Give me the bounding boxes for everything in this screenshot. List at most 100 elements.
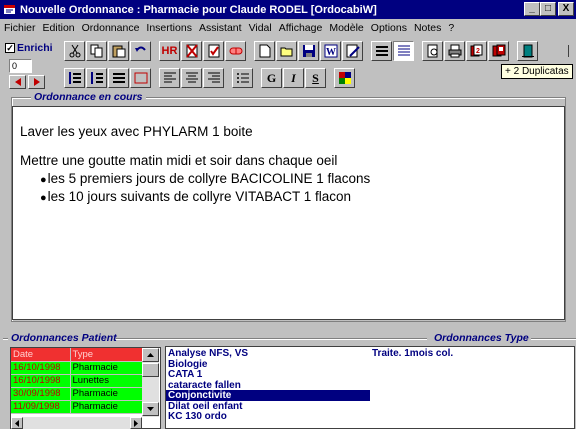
- scroll-right-icon: [134, 419, 138, 427]
- scissors-icon: [69, 44, 80, 58]
- italic-button[interactable]: I: [283, 68, 304, 88]
- table-row[interactable]: 11/09/1998 Pharmacie: [11, 400, 143, 414]
- menu-fichier[interactable]: Fichier: [4, 22, 36, 34]
- menu-insertions[interactable]: Insertions: [146, 22, 192, 34]
- patient-panel-label: Ordonnances Patient: [8, 333, 120, 344]
- duplicates-tooltip: + 2 Duplicatas: [501, 64, 573, 79]
- check-interactions-button[interactable]: [203, 41, 224, 61]
- indent-1-button[interactable]: [64, 68, 85, 88]
- checkbox-check-icon: ✓: [5, 43, 15, 53]
- maximize-button[interactable]: □: [540, 2, 556, 16]
- grid-vertical-scrollbar[interactable]: [142, 348, 159, 417]
- table-row[interactable]: 16/10/1998 Pharmacie: [11, 361, 143, 375]
- detail-lines-icon: [397, 45, 410, 56]
- scroll-down-button[interactable]: [142, 402, 159, 416]
- align-center-icon: [185, 72, 198, 83]
- hr-label: HR: [161, 45, 178, 57]
- svg-text:2: 2: [476, 48, 480, 55]
- list-item[interactable]: CATA 1: [168, 369, 202, 380]
- column-header-date[interactable]: Date: [11, 348, 71, 362]
- delete-prescription-button[interactable]: [181, 41, 202, 61]
- menu-options[interactable]: Options: [371, 22, 407, 34]
- print-preview-icon: [427, 44, 437, 58]
- duplicate-button[interactable]: 2: [466, 41, 487, 61]
- list-item[interactable]: Traite. 1mois col.: [372, 348, 453, 359]
- menu-ordonnance[interactable]: Ordonnance: [82, 22, 140, 34]
- check-doc-icon: [208, 44, 219, 58]
- paste-button[interactable]: [108, 41, 129, 61]
- align-left-button[interactable]: [159, 68, 180, 88]
- close-button[interactable]: X: [558, 2, 574, 16]
- menu-modele[interactable]: Modèle: [329, 22, 363, 34]
- exit-door-icon: [521, 44, 534, 58]
- scroll-up-button[interactable]: [142, 348, 159, 362]
- edit-template-button[interactable]: [342, 41, 363, 61]
- menu-notes[interactable]: Notes: [414, 22, 441, 34]
- vidal-button[interactable]: [225, 41, 246, 61]
- duplicates-icon: [492, 44, 505, 57]
- undo-button[interactable]: [130, 41, 151, 61]
- patient-prescriptions-grid[interactable]: Date Type 16/10/1998 Pharmacie 16/10/199…: [10, 347, 161, 429]
- template-prescriptions-list[interactable]: Analyse NFS, VS Biologie CATA 1 cataract…: [165, 346, 575, 429]
- undo-icon: [134, 46, 146, 52]
- table-row[interactable]: 30/09/1998 Pharmacie: [11, 387, 143, 401]
- scroll-thumb[interactable]: [142, 363, 159, 377]
- print-preview-button[interactable]: [422, 41, 443, 61]
- frame-button[interactable]: [130, 68, 151, 88]
- enrichi-checkbox[interactable]: ✓ Enrichi: [5, 42, 53, 54]
- grid-horizontal-scrollbar[interactable]: [11, 417, 142, 429]
- menu-edition[interactable]: Edition: [43, 22, 75, 34]
- underline-button[interactable]: S: [305, 68, 326, 88]
- open-folder-icon: [280, 47, 292, 57]
- hr-button[interactable]: HR: [159, 41, 180, 61]
- list-view-button[interactable]: [371, 41, 392, 61]
- menu-bar: Fichier Edition Ordonnance Insertions As…: [0, 19, 576, 36]
- align-left-icon: [163, 72, 176, 83]
- ordonnance-section-label: Ordonnance en cours: [31, 92, 146, 102]
- previous-arrow-button[interactable]: [9, 75, 26, 89]
- exit-button[interactable]: [517, 41, 538, 61]
- toolbar-top: HR W 2: [64, 40, 539, 62]
- copy-button[interactable]: [86, 41, 107, 61]
- column-header-type[interactable]: Type: [70, 348, 143, 362]
- duplicate-icon: 2: [470, 44, 482, 57]
- scroll-up-icon: [147, 353, 154, 357]
- detail-view-button[interactable]: [393, 41, 414, 61]
- table-row[interactable]: 16/10/1998 Lunettes: [11, 374, 143, 388]
- prescription-line: Mettre une goutte matin midi et soir dan…: [20, 153, 338, 168]
- page-counter-field[interactable]: 0: [9, 59, 32, 73]
- bold-button[interactable]: G: [261, 68, 282, 88]
- indent-2-button[interactable]: [86, 68, 107, 88]
- cut-button[interactable]: [64, 41, 85, 61]
- minimize-button[interactable]: _: [524, 2, 540, 16]
- duplicates-button[interactable]: [488, 41, 509, 61]
- print-button[interactable]: [444, 41, 465, 61]
- save-button[interactable]: [298, 41, 319, 61]
- toolbar-format: G I S: [64, 67, 356, 89]
- list-item[interactable]: KC 130 ordo: [168, 411, 227, 422]
- title-bar[interactable]: Nouvelle Ordonnance : Pharmacie pour Cla…: [0, 0, 576, 19]
- menu-help[interactable]: ?: [448, 22, 454, 34]
- menu-vidal[interactable]: Vidal: [249, 22, 272, 34]
- list-item-selected[interactable]: Conjonctivite: [166, 390, 370, 401]
- arrow-left-icon: [14, 78, 21, 86]
- app-icon[interactable]: [3, 3, 16, 16]
- scroll-left-button[interactable]: [11, 417, 23, 429]
- menu-assistant[interactable]: Assistant: [199, 22, 242, 34]
- word-button[interactable]: W: [320, 41, 341, 61]
- block-button[interactable]: [108, 68, 129, 88]
- font-color-button[interactable]: [334, 68, 355, 88]
- prescription-editor[interactable]: Laver les yeux avec PHYLARM 1 boite Mett…: [12, 106, 565, 320]
- list-item[interactable]: Analyse NFS, VS: [168, 348, 248, 359]
- enrichi-label: Enrichi: [17, 42, 53, 54]
- align-right-button[interactable]: [203, 68, 224, 88]
- next-arrow-button[interactable]: [28, 75, 45, 89]
- scroll-right-button[interactable]: [130, 417, 142, 429]
- scroll-left-icon: [15, 419, 19, 427]
- align-center-button[interactable]: [181, 68, 202, 88]
- floppy-disk-icon: [302, 45, 315, 57]
- menu-affichage[interactable]: Affichage: [279, 22, 323, 34]
- open-button[interactable]: [276, 41, 297, 61]
- new-document-button[interactable]: [254, 41, 275, 61]
- bullet-list-button[interactable]: [232, 68, 253, 88]
